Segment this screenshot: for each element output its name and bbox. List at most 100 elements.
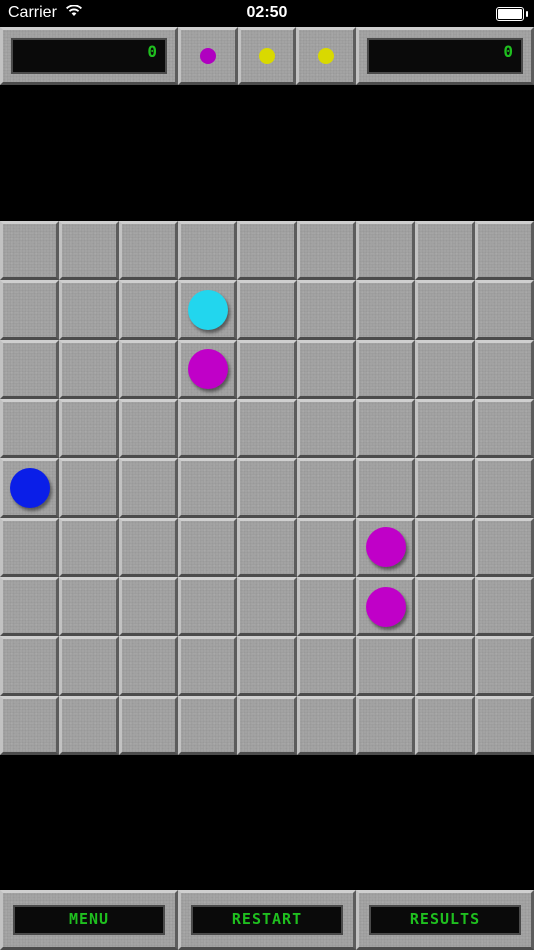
game-ball[interactable]	[365, 586, 406, 627]
board-cell[interactable]	[296, 399, 356, 459]
board-cell[interactable]	[356, 221, 416, 281]
board-cell[interactable]	[118, 221, 178, 281]
board-cell[interactable]	[415, 517, 475, 577]
board-cell[interactable]	[474, 577, 534, 637]
board-cell[interactable]	[59, 695, 119, 755]
status-bar: Carrier 02:50	[0, 0, 534, 27]
board-cell[interactable]	[296, 339, 356, 399]
board-cell[interactable]	[296, 221, 356, 281]
board-cell[interactable]	[296, 458, 356, 518]
game-ball[interactable]	[187, 349, 228, 390]
board-cell[interactable]	[118, 695, 178, 755]
board-cell[interactable]	[474, 636, 534, 696]
board-cell[interactable]	[0, 517, 60, 577]
board-cell[interactable]	[59, 577, 119, 637]
board-cell[interactable]	[118, 636, 178, 696]
board-cell[interactable]	[296, 577, 356, 637]
next-ball-3	[318, 48, 334, 64]
board-cell[interactable]	[237, 458, 297, 518]
board-cell[interactable]	[118, 517, 178, 577]
board-cell[interactable]	[178, 517, 238, 577]
right-score-panel: 0	[356, 27, 534, 85]
board-cell[interactable]	[178, 458, 238, 518]
board-cell[interactable]	[296, 517, 356, 577]
board-cell[interactable]	[356, 339, 416, 399]
board-cell[interactable]	[59, 280, 119, 340]
board-cell[interactable]	[415, 695, 475, 755]
board-cell[interactable]	[118, 280, 178, 340]
board-cell[interactable]	[0, 339, 60, 399]
board-cell[interactable]	[237, 577, 297, 637]
board-cell[interactable]	[237, 695, 297, 755]
board-cell[interactable]	[415, 458, 475, 518]
board-cell[interactable]	[0, 221, 60, 281]
board-cell[interactable]	[415, 221, 475, 281]
board-cell[interactable]	[356, 280, 416, 340]
board-cell[interactable]	[178, 636, 238, 696]
board-cell[interactable]	[59, 517, 119, 577]
board-cell[interactable]	[59, 636, 119, 696]
board-cell[interactable]	[0, 577, 60, 637]
board-cell[interactable]	[356, 695, 416, 755]
board-cell[interactable]	[118, 577, 178, 637]
board-cell[interactable]	[237, 339, 297, 399]
board-cell[interactable]	[356, 636, 416, 696]
board-cell[interactable]	[237, 280, 297, 340]
next-ball-slot-3	[296, 27, 356, 85]
board-cell[interactable]	[296, 636, 356, 696]
board-cell[interactable]	[178, 399, 238, 459]
clock: 02:50	[246, 4, 288, 21]
menu-button-label: MENU	[13, 905, 165, 935]
right-score-display: 0	[367, 38, 523, 74]
board-cell[interactable]	[415, 399, 475, 459]
board-cell[interactable]	[237, 221, 297, 281]
board-cell[interactable]	[356, 399, 416, 459]
board-cell[interactable]	[415, 636, 475, 696]
board-cell[interactable]	[0, 280, 60, 340]
board-cell[interactable]	[118, 458, 178, 518]
board-cell[interactable]	[59, 399, 119, 459]
board-cell[interactable]	[474, 517, 534, 577]
board-cell[interactable]	[474, 695, 534, 755]
board-cell[interactable]	[356, 458, 416, 518]
board-cell[interactable]	[474, 458, 534, 518]
board-cell[interactable]	[474, 280, 534, 340]
game-ball[interactable]	[9, 468, 50, 508]
board-cell[interactable]	[178, 695, 238, 755]
left-score-panel: 0	[0, 27, 178, 85]
next-ball-slot-2	[238, 27, 296, 85]
board-cell[interactable]	[178, 221, 238, 281]
results-button[interactable]: RESULTS	[356, 890, 534, 950]
board-cell[interactable]	[237, 399, 297, 459]
next-ball-slot-1	[178, 27, 238, 85]
restart-button[interactable]: RESTART	[178, 890, 356, 950]
next-ball-2	[259, 48, 275, 64]
board-cell[interactable]	[178, 577, 238, 637]
board-cell[interactable]	[0, 695, 60, 755]
board-cell[interactable]	[237, 517, 297, 577]
board-cell[interactable]	[474, 399, 534, 459]
board-cell[interactable]	[0, 399, 60, 459]
left-score-display: 0	[11, 38, 167, 74]
results-button-label: RESULTS	[369, 905, 521, 935]
board-cell[interactable]	[237, 636, 297, 696]
board-cell[interactable]	[59, 339, 119, 399]
board-cell[interactable]	[296, 280, 356, 340]
board-cell[interactable]	[415, 577, 475, 637]
game-board	[0, 221, 534, 755]
menu-button[interactable]: MENU	[0, 890, 178, 950]
board-cell[interactable]	[59, 221, 119, 281]
game-ball[interactable]	[187, 290, 228, 330]
board-cell[interactable]	[474, 221, 534, 281]
board-cell[interactable]	[118, 399, 178, 459]
board-cell[interactable]	[415, 280, 475, 340]
board-cell[interactable]	[59, 458, 119, 518]
board-cell[interactable]	[296, 695, 356, 755]
board-cell[interactable]	[118, 339, 178, 399]
game-ball[interactable]	[365, 527, 406, 568]
board-cell[interactable]	[415, 339, 475, 399]
board-cell[interactable]	[0, 636, 60, 696]
battery-icon	[496, 7, 528, 21]
restart-button-label: RESTART	[191, 905, 343, 935]
board-cell[interactable]	[474, 339, 534, 399]
